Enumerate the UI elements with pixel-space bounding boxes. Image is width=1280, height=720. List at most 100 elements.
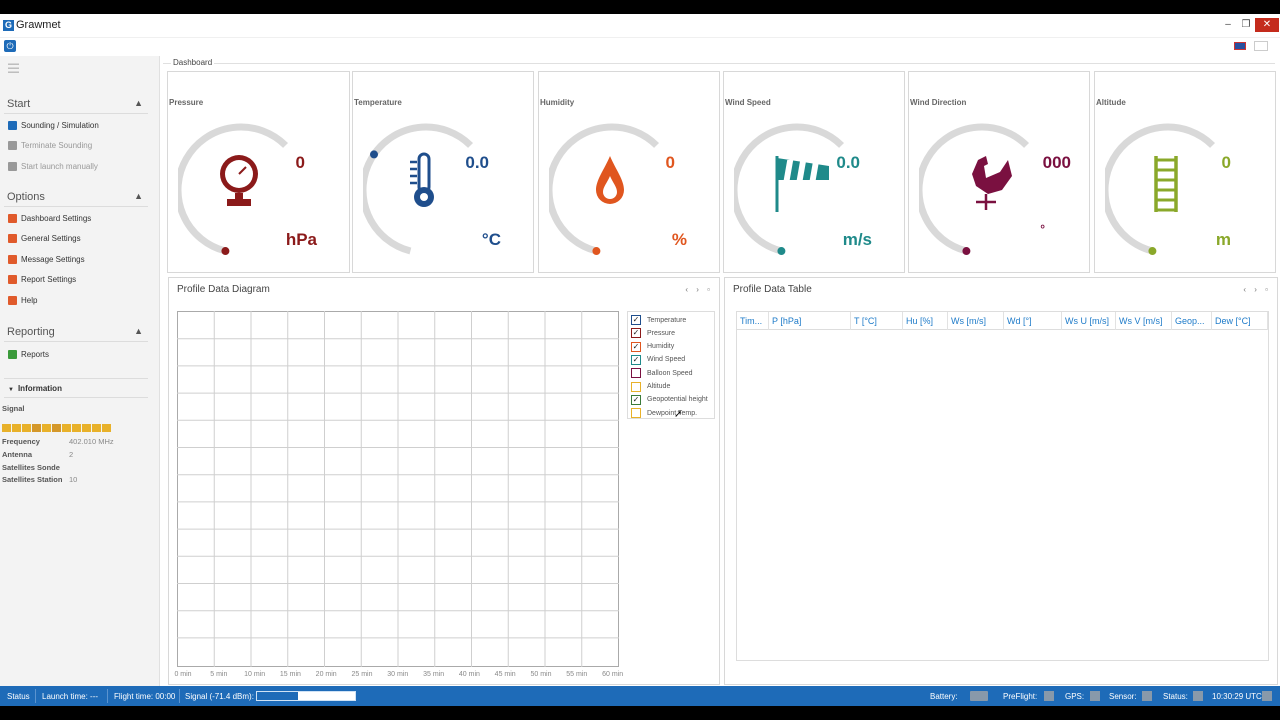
section-header[interactable]: Start ▲ (7, 98, 147, 110)
divider (4, 397, 148, 398)
x-tick-label: 55 min (566, 671, 588, 678)
sidebar-item[interactable]: Start launch manually (8, 159, 98, 173)
table-title: Profile Data Table (733, 284, 812, 295)
minimize-button[interactable]: – (1218, 18, 1238, 32)
table-header: Tim... P [hPa] T [°C] Hu [%] Ws [m/s] Wd [°] W… (737, 312, 1268, 330)
legend-item[interactable]: Balloon Speed (631, 367, 693, 379)
main-area: Dashboard Profile Data Diagram ‹ › ▫ 0 m… (163, 56, 1280, 686)
legend-item[interactable]: ✓ Humidity (631, 341, 674, 353)
legend-item[interactable]: ✓ Temperature (631, 314, 686, 326)
chevron-up-icon[interactable]: ▲ (134, 98, 143, 108)
divider (163, 63, 1275, 64)
signal-bar (12, 424, 21, 432)
table-column-header[interactable]: Ws U [m/s] (1062, 312, 1116, 330)
title-bar: G Grawmet – ❐ ✕ (0, 14, 1280, 38)
sidebar-item-label: Dashboard Settings (21, 213, 92, 223)
sidebar-item[interactable]: Sounding / Simulation (8, 118, 99, 132)
table-column-header[interactable]: Ws V [m/s] (1116, 312, 1172, 330)
legend-label: Temperature (647, 316, 687, 324)
gauge-title: Pressure (169, 98, 204, 107)
sidebar-item[interactable]: Help (8, 293, 37, 307)
legend-item[interactable]: Dewpoint Temp. (631, 407, 697, 419)
menu-item-icon (8, 161, 17, 171)
legend-item[interactable]: ✓ Pressure (631, 327, 675, 339)
checkbox-empty-icon[interactable] (631, 368, 641, 379)
legend-label: Dewpoint Temp. (647, 409, 698, 417)
table-column-header[interactable]: Tim... (737, 312, 769, 330)
sidebar-item[interactable]: Report Settings (8, 273, 76, 287)
table-controls[interactable]: ‹ › ▫ (1243, 285, 1271, 294)
power-icon[interactable]: ⏻ (4, 40, 16, 52)
checkbox-checked-icon[interactable]: ✓ (631, 354, 641, 365)
table-column-header[interactable]: T [°C] (851, 312, 903, 330)
gauge-unit: hPa (285, 230, 317, 249)
checkbox-checked-icon[interactable]: ✓ (631, 394, 641, 405)
divider (4, 341, 148, 342)
table-column-header[interactable]: Ws [m/s] (948, 312, 1004, 330)
information-header[interactable]: ▼ Information (8, 384, 62, 393)
table-column-header[interactable]: Wd [°] (1004, 312, 1062, 330)
app-window: G Grawmet – ❐ ✕ ⏻ — — — Start ▲ Sounding / S… (0, 14, 1280, 706)
x-tick-label: 5 min (210, 671, 228, 678)
gauge-unit: % (671, 230, 687, 249)
gauge-value: 0.0 (836, 153, 860, 172)
sidebar-item[interactable]: General Settings (8, 232, 81, 246)
sidebar-item-label: Report Settings (21, 275, 77, 284)
information-title: Information (17, 384, 62, 393)
gauge-unit: ° (1040, 222, 1045, 236)
menu-item-icon (8, 349, 17, 359)
signal-bar (72, 424, 81, 432)
sidebar-item-label: Terminate Sounding (21, 141, 93, 150)
sidebar-item-label: General Settings (21, 234, 81, 243)
water-drop-icon (549, 123, 660, 256)
profile-diagram-panel: Profile Data Diagram ‹ › ▫ 0 min 5 min 10 … (168, 277, 720, 685)
checkbox-checked-icon[interactable]: ✓ (631, 315, 641, 325)
legend-label: Balloon Speed (647, 369, 693, 377)
sidebar-item[interactable]: Dashboard Settings (8, 211, 91, 225)
chevron-up-icon[interactable]: ▲ (134, 191, 143, 201)
legend-label: Geopotential height (647, 396, 708, 404)
section-header[interactable]: Options ▲ (7, 191, 147, 203)
legend-label: Pressure (647, 329, 676, 337)
table-column-header[interactable]: P [hPa] (769, 312, 851, 330)
sidebar-item-label: Sounding / Simulation (21, 120, 99, 130)
diagram-controls[interactable]: ‹ › ▫ (685, 285, 713, 294)
layout-dropdown[interactable] (1254, 41, 1268, 51)
section-header[interactable]: Reporting ▲ (7, 326, 147, 338)
signal-bar (52, 424, 61, 432)
hamburger-menu-icon[interactable]: — — — (8, 59, 19, 78)
gauge-value: 0 (1221, 153, 1231, 172)
language-flag-icon[interactable] (1234, 42, 1246, 50)
table-column-header[interactable]: Dew [°C] (1212, 312, 1268, 330)
section-title: Start (7, 98, 31, 110)
checkbox-empty-icon[interactable] (631, 408, 641, 419)
x-tick-label: 40 min (458, 671, 480, 678)
gauge-card-wind-speed: Wind Speed 0.0 m/s (723, 71, 905, 273)
sidebar-item[interactable]: Message Settings (8, 252, 85, 266)
sidebar-item[interactable]: Reports (8, 347, 49, 361)
sidebar-item-label: Reports (21, 349, 50, 359)
legend-item[interactable]: ✓ Geopotential height (631, 394, 708, 406)
table-column-header[interactable]: Hu [%] (903, 312, 948, 330)
chevron-up-icon[interactable]: ▲ (134, 326, 143, 336)
divider (179, 689, 180, 703)
signal-label: Signal (2, 404, 25, 413)
checkbox-empty-icon[interactable] (631, 381, 641, 392)
gauge-title: Wind Direction (910, 98, 967, 107)
checkbox-checked-icon[interactable]: ✓ (631, 341, 641, 352)
legend-item[interactable]: Altitude (631, 381, 670, 393)
dashboard-tab[interactable]: Dashboard (171, 58, 215, 67)
divider (35, 689, 36, 703)
gauge-value: 0 (665, 153, 675, 172)
checkbox-checked-icon[interactable]: ✓ (631, 328, 641, 339)
close-button[interactable]: ✕ (1255, 18, 1279, 32)
table-column-header[interactable]: Geop... (1172, 312, 1212, 330)
menu-item-icon (8, 295, 17, 305)
gauge-card-wind-direction: Wind Direction 000 ° (908, 71, 1090, 273)
sidebar-item[interactable]: Terminate Sounding (8, 139, 92, 153)
gauge-needle-dot (1148, 247, 1157, 256)
legend-item[interactable]: ✓ Wind Speed (631, 354, 685, 366)
gauge-needle-dot (962, 247, 971, 256)
maximize-button[interactable]: ❐ (1236, 18, 1256, 32)
section-title: Options (7, 191, 45, 203)
